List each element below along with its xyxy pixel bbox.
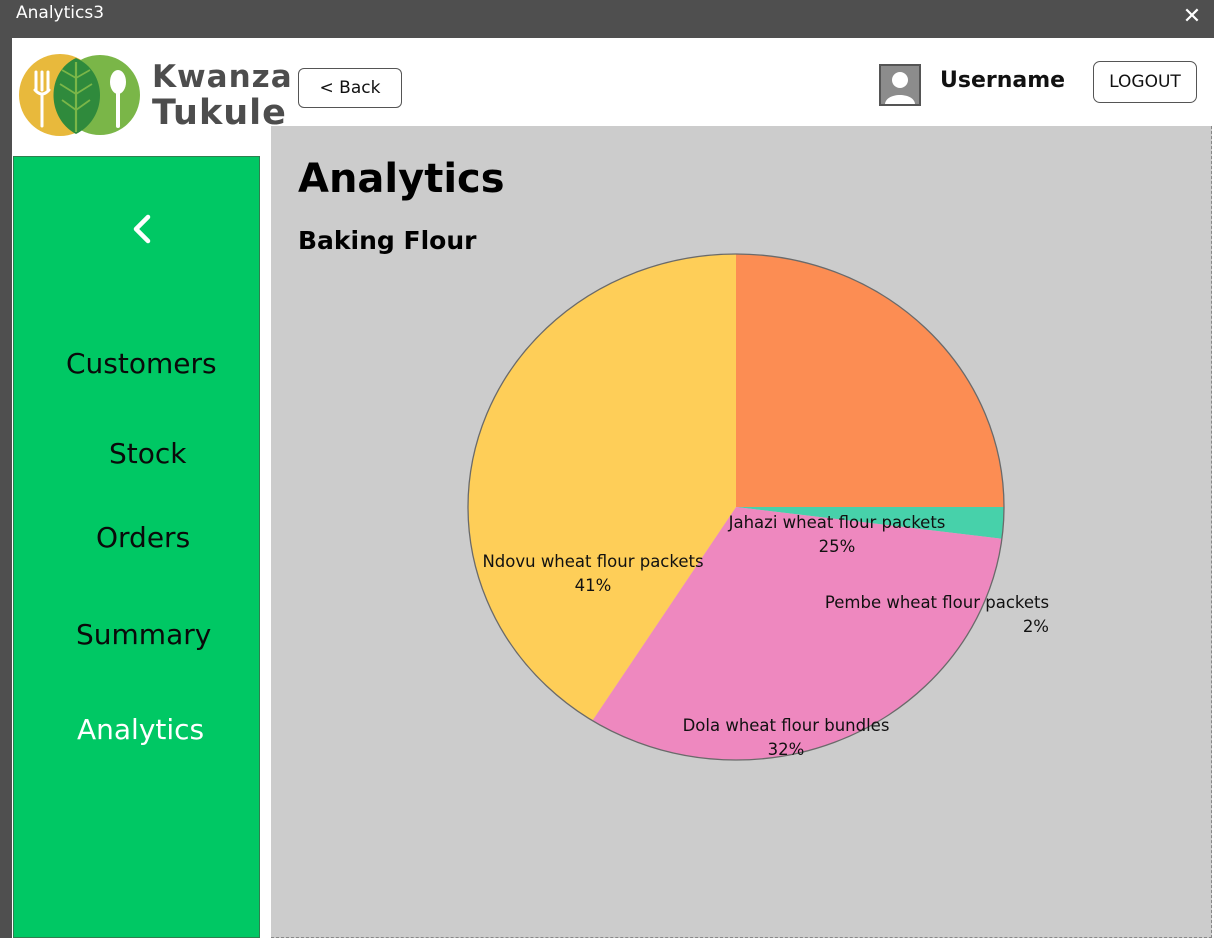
username-label: Username bbox=[940, 68, 1066, 93]
content-area: Analytics Baking Flour Jahazi wheat flou… bbox=[271, 126, 1212, 938]
brand-name: Kwanza Tukule bbox=[152, 62, 293, 131]
pie-slice-value-label: 32% bbox=[768, 740, 805, 759]
pie-chart: Jahazi wheat flour packets 25% Pembe wheat… bbox=[467, 253, 1049, 761]
close-icon[interactable]: ✕ bbox=[1178, 4, 1206, 30]
brand-logo: Kwanza Tukule bbox=[18, 50, 292, 140]
pie-slice-value-label: 41% bbox=[575, 576, 612, 595]
pie-slice-value-label: 2% bbox=[1023, 617, 1049, 636]
avatar-silhouette-icon bbox=[881, 66, 919, 104]
pie-slice-label: Jahazi wheat flour packets bbox=[728, 513, 946, 532]
sidebar-item-analytics[interactable]: Analytics bbox=[77, 713, 204, 746]
sidebar-item-stock[interactable]: Stock bbox=[109, 437, 187, 470]
pie-slice bbox=[736, 254, 1004, 507]
sidebar-item-summary[interactable]: Summary bbox=[76, 618, 211, 651]
user-avatar-icon[interactable] bbox=[879, 64, 921, 106]
back-button[interactable]: < Back bbox=[298, 68, 402, 108]
pie-slice-value-label: 25% bbox=[819, 537, 856, 556]
pie-slice-label: Ndovu wheat flour packets bbox=[482, 552, 703, 571]
window-title: Analytics3 bbox=[16, 3, 105, 23]
sidebar-item-orders[interactable]: Orders bbox=[96, 521, 190, 554]
app-window: Kwanza Tukule < Back Username LOGOUT Cus… bbox=[12, 38, 1214, 938]
chevron-left-icon[interactable] bbox=[122, 209, 162, 249]
sidebar: Customers Stock Orders Summary Analytics bbox=[13, 156, 260, 938]
pie-slice-label: Pembe wheat flour packets bbox=[825, 593, 1049, 612]
brand-line-1: Kwanza bbox=[152, 59, 293, 95]
pie-slice-label: Dola wheat flour bundles bbox=[683, 716, 890, 735]
sidebar-item-customers[interactable]: Customers bbox=[66, 347, 217, 380]
logout-button[interactable]: LOGOUT bbox=[1093, 61, 1197, 103]
title-bar: Analytics3 ✕ bbox=[0, 0, 1214, 38]
logo-mark-icon bbox=[19, 54, 140, 136]
